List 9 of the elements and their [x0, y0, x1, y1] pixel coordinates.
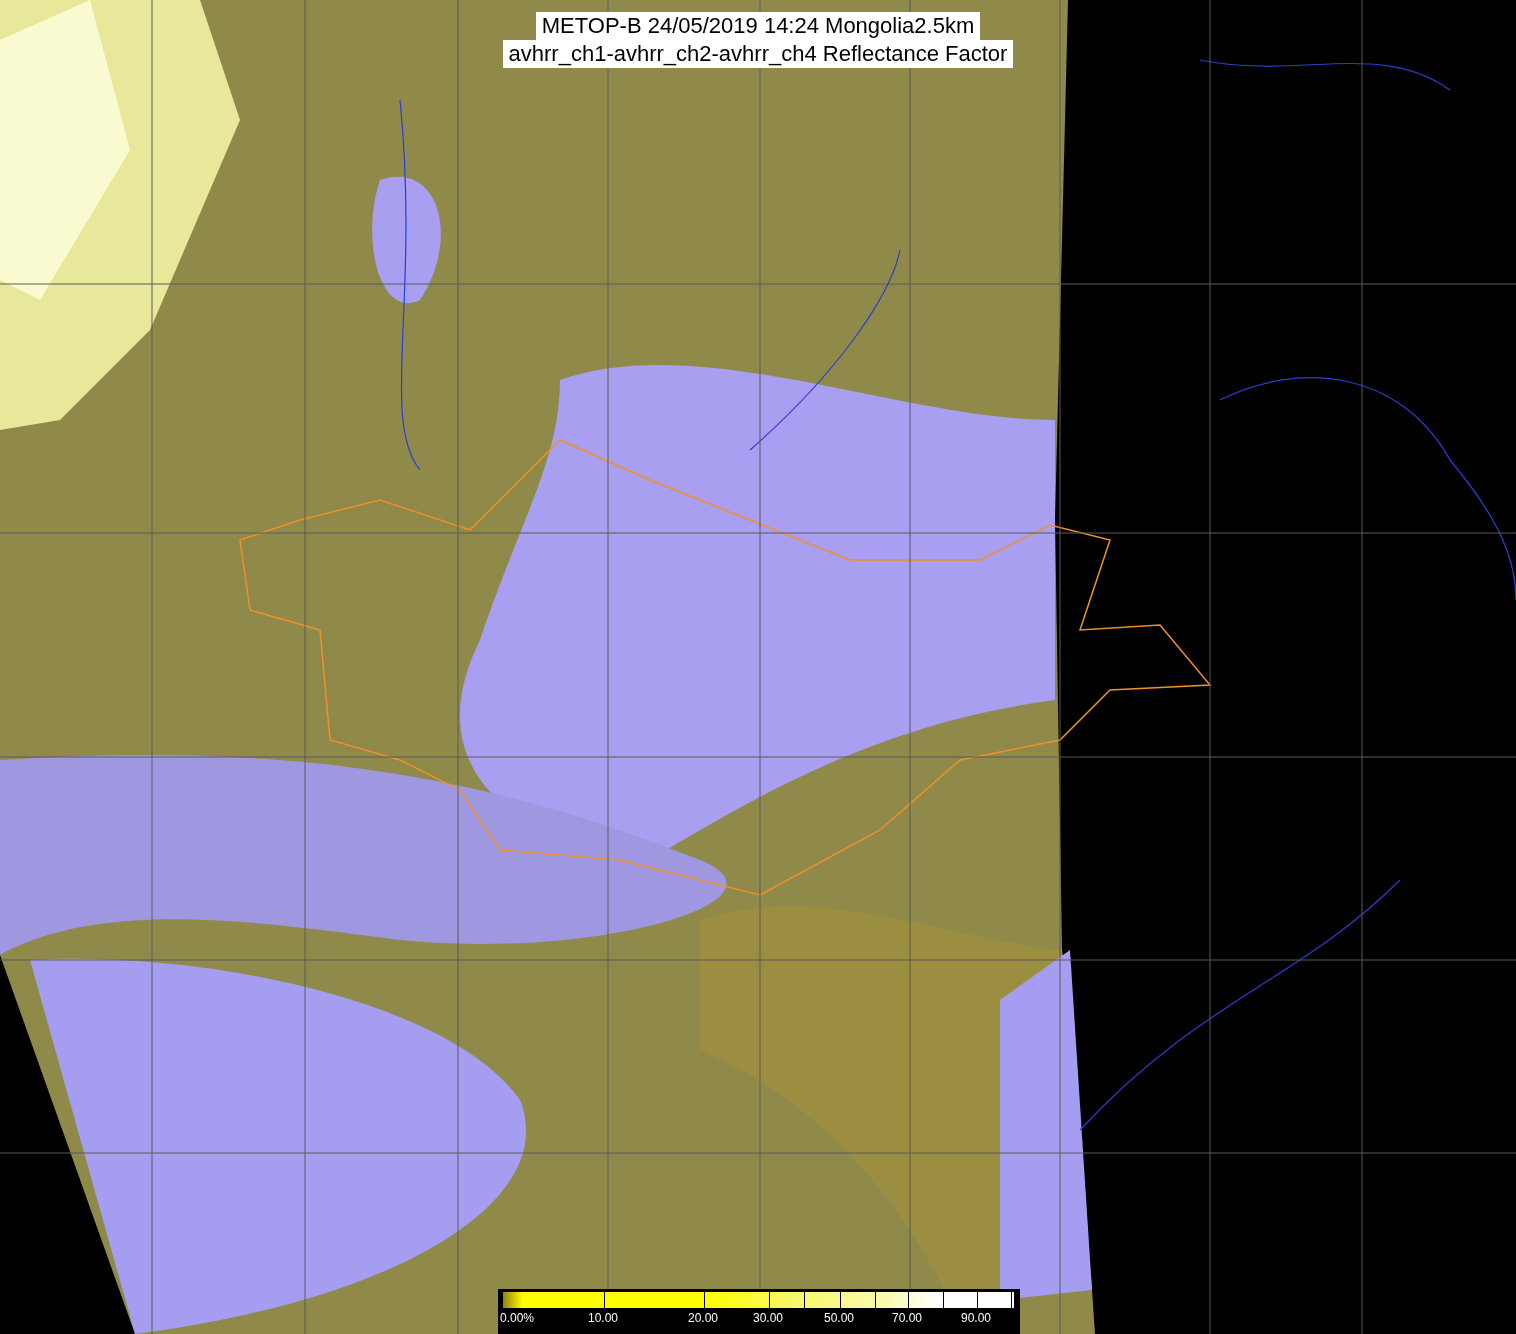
scale-label: 30.00 — [753, 1311, 784, 1325]
map-title: METOP-B 24/05/2019 14:24 Mongolia2.5km — [535, 12, 981, 40]
scale-label: 10.00 — [588, 1311, 619, 1325]
map-title: avhrr_ch1-avhrr_ch2-avhrr_ch4 Reflectance Factor — [502, 40, 1014, 68]
scale-label: 90.00 — [961, 1311, 992, 1325]
scale-label: 50.00 — [824, 1311, 855, 1325]
scale-label: 20.00 — [688, 1311, 719, 1325]
scale-label: 0.00% — [500, 1311, 535, 1325]
scale-label: 70.00 — [892, 1311, 923, 1325]
